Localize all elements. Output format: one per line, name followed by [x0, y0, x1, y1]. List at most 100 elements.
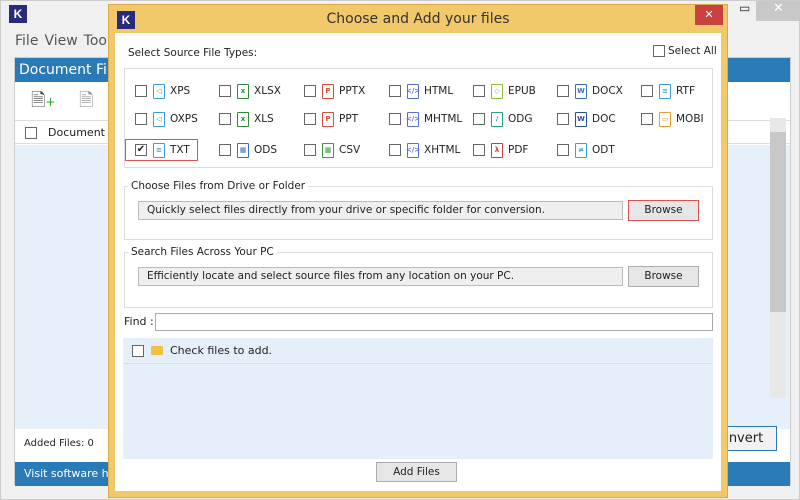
file-type-checkbox[interactable]	[473, 113, 485, 125]
xls-file-icon: x	[237, 111, 249, 127]
file-type-docx[interactable]: W DOCX	[557, 82, 623, 100]
file-type-oxps[interactable]: ◁ OXPS	[135, 110, 198, 128]
column-document: Document F	[48, 126, 115, 139]
file-type-txt[interactable]: ✔ ≡ TXT	[135, 141, 190, 159]
xhtml-file-icon: </>	[406, 142, 420, 158]
check-all-files-checkbox[interactable]	[132, 344, 144, 357]
search-browse-button[interactable]: Browse	[628, 266, 699, 287]
file-type-label: ODT	[592, 144, 615, 156]
search-description: Efficiently locate and select source fil…	[138, 267, 623, 286]
file-type-label: DOCX	[592, 85, 623, 97]
mhtml-file-icon: </>	[406, 111, 420, 127]
file-type-checkbox[interactable]	[473, 85, 485, 97]
select-all-docs-checkbox[interactable]	[25, 127, 37, 139]
file-type-checkbox[interactable]	[557, 144, 569, 156]
file-type-rtf[interactable]: ≡ RTF	[641, 82, 695, 100]
file-type-label: XLS	[254, 113, 274, 125]
remove-file-icon[interactable]: 🗎	[79, 88, 93, 118]
file-type-checkbox[interactable]	[557, 85, 569, 97]
dialog-body: Select Source File Types: Select All ◁ X…	[115, 33, 721, 491]
add-files-button[interactable]: Add Files	[376, 462, 457, 482]
file-type-label: MOBI	[676, 113, 704, 125]
drive-description: Quickly select files directly from your …	[138, 201, 623, 220]
file-type-xhtml[interactable]: </> XHTML	[389, 141, 460, 159]
folder-icon	[151, 346, 163, 355]
file-type-label: HTML	[424, 85, 454, 97]
rtf-file-icon: ≡	[659, 83, 671, 99]
file-type-label: TXT	[170, 144, 190, 156]
file-type-checkbox[interactable]	[135, 85, 147, 97]
file-type-checkbox[interactable]	[304, 85, 316, 97]
file-type-label: PPT	[339, 113, 359, 125]
file-type-mhtml[interactable]: </> MHTML	[389, 110, 462, 128]
file-type-checkbox[interactable]	[135, 113, 147, 125]
ods-file-icon: ▦	[237, 142, 249, 158]
file-type-checkbox[interactable]	[557, 113, 569, 125]
file-type-label: EPUB	[508, 85, 536, 97]
mobi-file-icon: ▭	[659, 111, 671, 127]
file-type-checkbox[interactable]	[219, 113, 231, 125]
file-type-odg[interactable]: / ODG	[473, 110, 533, 128]
drive-browse-button[interactable]: Browse	[628, 200, 699, 221]
window-close-button[interactable]: ✕	[756, 1, 800, 21]
file-type-checkbox[interactable]	[641, 113, 653, 125]
drive-group-title: Choose Files from Drive or Folder	[128, 180, 309, 192]
file-type-odt[interactable]: ≠ ODT	[557, 141, 615, 159]
file-type-epub[interactable]: ◇ EPUB	[473, 82, 536, 100]
menu-file[interactable]: File	[15, 33, 38, 49]
file-type-checkbox[interactable]	[304, 144, 316, 156]
file-type-checkbox[interactable]	[389, 144, 401, 156]
find-label: Find :	[124, 315, 154, 328]
file-type-checkbox[interactable]: ✔	[135, 144, 147, 156]
file-type-label: PPTX	[339, 85, 366, 97]
app-logo: K	[9, 5, 27, 23]
odg-file-icon: /	[491, 111, 503, 127]
menu-bar: File View Tool	[15, 33, 111, 49]
file-type-checkbox[interactable]	[219, 85, 231, 97]
menu-tool[interactable]: Tool	[84, 33, 111, 49]
search-group-title: Search Files Across Your PC	[128, 246, 277, 258]
file-type-doc[interactable]: W DOC	[557, 110, 616, 128]
file-type-checkbox[interactable]	[219, 144, 231, 156]
file-type-checkbox[interactable]	[389, 113, 401, 125]
docx-file-icon: W	[575, 83, 587, 99]
file-type-checkbox[interactable]	[473, 144, 485, 156]
select-all-box[interactable]	[653, 45, 665, 57]
file-type-checkbox[interactable]	[389, 85, 401, 97]
find-input[interactable]	[155, 313, 713, 331]
file-type-label: PDF	[508, 144, 529, 156]
file-type-pdf[interactable]: λ PDF	[473, 141, 528, 159]
xps-file-icon: ◁	[153, 83, 165, 99]
file-type-html[interactable]: </> HTML	[389, 82, 453, 100]
file-type-label: CSV	[339, 144, 361, 156]
select-types-label: Select Source File Types:	[128, 47, 258, 59]
file-type-xls[interactable]: x XLS	[219, 110, 274, 128]
file-type-checkbox[interactable]	[641, 85, 653, 97]
dialog-title: Choose and Add your files	[326, 11, 510, 27]
epub-file-icon: ◇	[491, 83, 503, 99]
file-type-ppt[interactable]: P PPT	[304, 110, 358, 128]
file-type-pptx[interactable]: P PPTX	[304, 82, 365, 100]
vertical-scrollbar[interactable]	[770, 118, 786, 398]
file-type-mobi[interactable]: ▭ MOBI	[641, 110, 704, 128]
add-file-icon[interactable]: 🗎+	[31, 88, 56, 118]
select-all-checkbox[interactable]: Select All	[653, 45, 717, 57]
txt-file-icon: ≡	[153, 142, 165, 158]
file-type-xlsx[interactable]: x XLSX	[219, 82, 281, 100]
added-files-count: Added Files: 0	[24, 438, 94, 449]
file-type-checkbox[interactable]	[304, 113, 316, 125]
doc-file-icon: W	[575, 111, 587, 127]
file-type-csv[interactable]: ▦ CSV	[304, 141, 360, 159]
xlsx-file-icon: x	[237, 83, 249, 99]
file-type-ods[interactable]: ▦ ODS	[219, 141, 277, 159]
select-all-label: Select All	[668, 45, 717, 57]
menu-view[interactable]: View	[44, 33, 77, 49]
add-files-dialog: K Choose and Add your files ✕ Select Sou…	[108, 4, 728, 498]
file-type-label: DOC	[592, 113, 616, 125]
file-type-xps[interactable]: ◁ XPS	[135, 82, 190, 100]
dialog-close-button[interactable]: ✕	[695, 5, 723, 25]
file-type-label: XPS	[170, 85, 191, 97]
file-type-label: XLSX	[254, 85, 281, 97]
odt-file-icon: ≠	[575, 142, 587, 158]
file-type-label: XHTML	[424, 144, 461, 156]
